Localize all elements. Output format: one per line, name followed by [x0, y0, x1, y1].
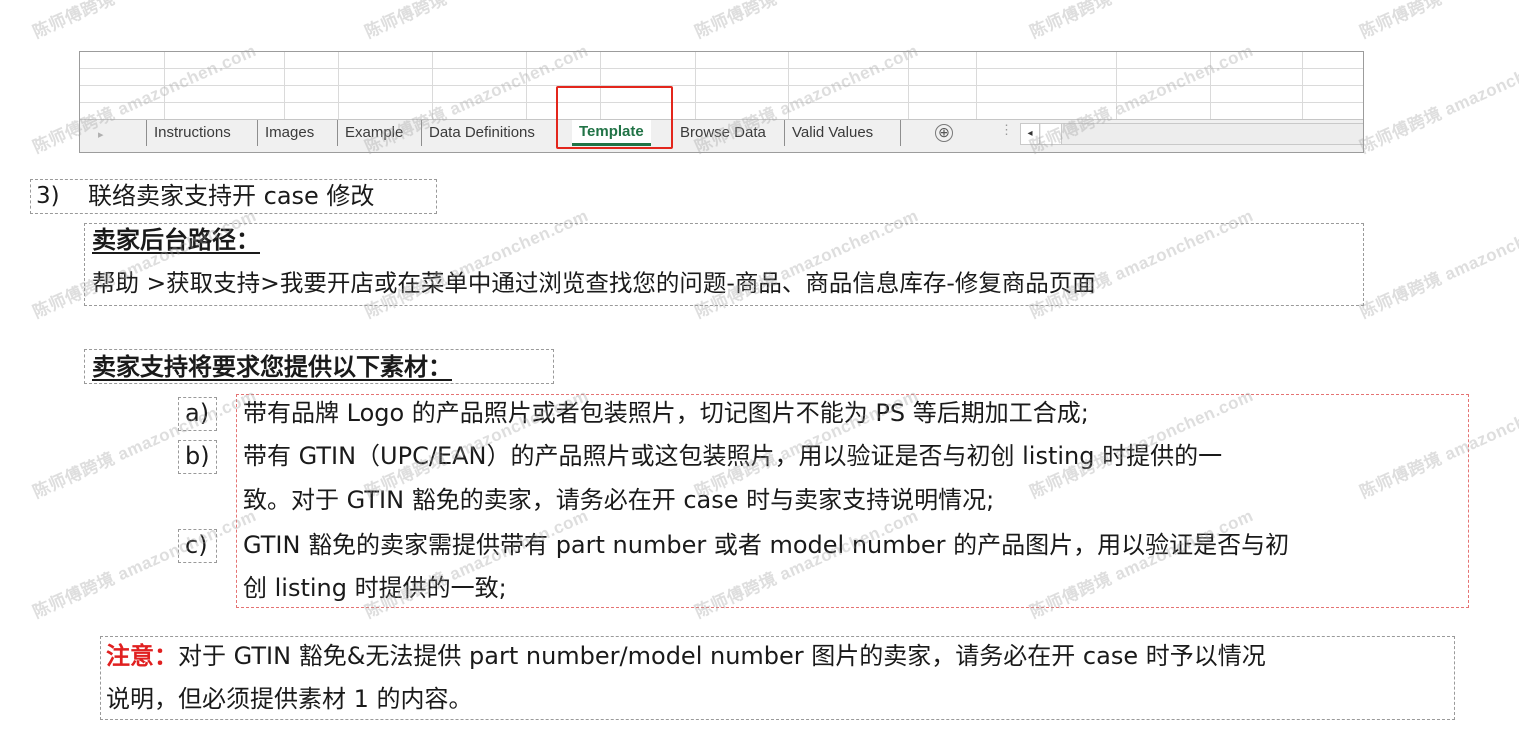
- template-tab-highlight: [556, 86, 673, 149]
- material-c-line-1: GTIN 豁免的卖家需提供带有 part number 或者 model num…: [243, 531, 1290, 559]
- sheet-tab-divider: [900, 120, 901, 146]
- list-marker-b: b): [185, 442, 210, 470]
- grid-line: [80, 85, 1363, 86]
- tab-split-handle-icon[interactable]: ⋮: [1000, 122, 1013, 138]
- grid-line: [908, 52, 909, 121]
- sheet-tab-valid-values[interactable]: Valid Values: [784, 120, 880, 146]
- watermark-text: 陈师傅跨境 amazonchen.com: [1357, 0, 1519, 42]
- sheet-tab-bar: ▸ Instructions Images Example Data Defin…: [80, 119, 1363, 152]
- watermark-text: 陈师傅跨境 amazonchen.com: [30, 0, 259, 42]
- path-text: 帮助 >获取支持>我要开店或在菜单中通过浏览查找您的问题-商品、商品信息库存-修…: [92, 269, 1096, 297]
- grid-line: [1116, 52, 1117, 121]
- watermark-text: 陈师傅跨境 amazonchen.com: [30, 505, 260, 622]
- grid-line: [976, 52, 977, 121]
- note-label: 注意：: [106, 642, 178, 670]
- sheet-tab-browse-data[interactable]: Browse Data: [672, 120, 773, 146]
- watermark-text: 陈师傅跨境 amazonchen.com: [1357, 40, 1519, 157]
- grid-line: [526, 52, 527, 121]
- material-b-line-1: 带有 GTIN（UPC/EAN）的产品照片或这包装照片，用以验证是否与初创 li…: [243, 442, 1223, 470]
- sheet-tab-instructions[interactable]: Instructions: [146, 120, 238, 146]
- sheet-nav-arrow-icon[interactable]: ▸: [98, 128, 104, 141]
- section-number: 3): [36, 183, 60, 209]
- grid-line: [1210, 52, 1211, 121]
- note-text-1: 对于 GTIN 豁免&无法提供 part number/model number…: [178, 642, 1266, 670]
- path-heading: 卖家后台路径：: [92, 226, 260, 254]
- watermark-text: 陈师傅跨境 amazonchen.com: [30, 385, 260, 502]
- watermark-text: 陈师傅跨境 amazonchen.com: [362, 0, 591, 42]
- list-marker-a: a): [185, 399, 210, 427]
- note-line-2: 说明，但必须提供素材 1 的内容。: [106, 685, 473, 713]
- watermark-text: 陈师傅跨境 amazonchen.com: [1357, 205, 1519, 322]
- grid-line: [284, 52, 285, 121]
- materials-heading: 卖家支持将要求您提供以下素材：: [92, 353, 452, 381]
- grid-line: [338, 52, 339, 121]
- note-line-1: 注意：对于 GTIN 豁免&无法提供 part number/model num…: [106, 641, 1266, 671]
- scrollbar-thumb[interactable]: [1041, 124, 1062, 144]
- sheet-tab-images[interactable]: Images: [257, 120, 321, 146]
- grid-line: [80, 68, 1363, 69]
- section-title: 联络卖家支持开 case 修改: [88, 182, 375, 210]
- material-a-line-1: 带有品牌 Logo 的产品照片或者包装照片，切记图片不能为 PS 等后期加工合成…: [243, 399, 1089, 427]
- material-c-line-2: 创 listing 时提供的一致;: [243, 574, 507, 602]
- grid-line: [695, 52, 696, 121]
- scroll-left-icon[interactable]: ◂: [1021, 124, 1040, 144]
- list-marker-c: c): [185, 531, 208, 559]
- material-b-line-2: 致。对于 GTIN 豁免的卖家，请务必在开 case 时与卖家支持说明情况;: [243, 486, 995, 514]
- grid-line: [432, 52, 433, 121]
- watermark-text: 陈师傅跨境 amazonchen.com: [1027, 0, 1256, 42]
- sheet-tab-data-definitions[interactable]: Data Definitions: [421, 120, 542, 146]
- add-sheet-icon[interactable]: ⊕: [935, 124, 953, 142]
- grid-line: [80, 102, 1363, 103]
- grid-line: [164, 52, 165, 121]
- sheet-tab-example[interactable]: Example: [337, 120, 410, 146]
- watermark-text: 陈师傅跨境 amazonchen.com: [692, 0, 921, 42]
- grid-line: [788, 52, 789, 121]
- horizontal-scrollbar[interactable]: ◂: [1020, 123, 1363, 145]
- excel-sheet-preview: ▸ Instructions Images Example Data Defin…: [79, 51, 1364, 153]
- grid-line: [1302, 52, 1303, 121]
